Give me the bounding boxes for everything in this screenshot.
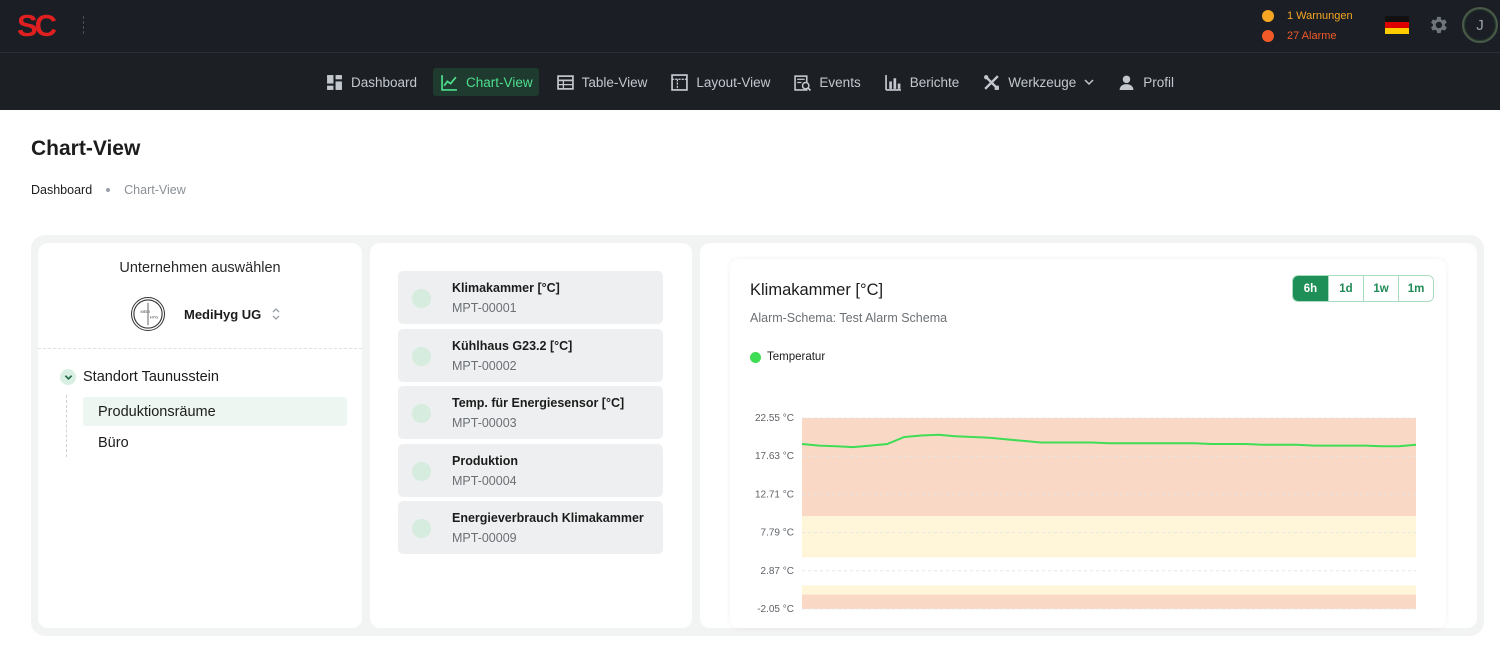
alarms-count: 27 Alarme [1287,30,1337,42]
tree-node-standort[interactable]: Standort Taunusstein [60,369,219,385]
layout-icon [671,73,689,91]
nav-events[interactable]: Events [786,68,866,96]
sensor-name: Kühlhaus G23.2 [°C] [452,339,573,353]
sensor-item[interactable]: Energieverbrauch Klimakammer MPT-00009 [398,501,663,554]
nav-label: Events [819,74,861,90]
main-navigation: Dashboard Chart-View Table-View Layout-V… [0,52,1500,110]
company-select[interactable]: MEDI HYG MediHyg UG [131,297,281,331]
tree-node-buero[interactable]: Büro [83,428,347,457]
chart-panel: Klimakammer [°C] Alarm-Schema: Test Alar… [700,243,1477,628]
user-avatar[interactable]: J [1462,7,1498,43]
chevron-down-icon [64,374,72,380]
sensor-name: Klimakammer [°C] [452,281,560,295]
nav-profil[interactable]: Profil [1110,68,1180,96]
threshold-band [802,516,1416,558]
sensor-id: MPT-00009 [452,531,517,545]
page-title: Chart-View [31,137,141,160]
events-icon [794,74,812,91]
y-tick-label: 2.87 °C [761,566,794,577]
threshold-band [802,585,1416,595]
nav-label: Layout-View [696,74,771,90]
warning-dot-icon [1262,10,1274,22]
y-tick-label: 12.71 °C [755,489,794,500]
sensor-status-dot [412,462,431,481]
company-name: MediHyg UG [184,306,262,322]
tree-guide-line [66,395,67,457]
sensor-name: Produktion [452,454,518,468]
gear-icon[interactable] [1427,14,1449,36]
nav-berichte[interactable]: Berichte [877,68,966,96]
company-select-label: Unternehmen auswählen [119,260,281,276]
tree-node-label: Produktionsräume [98,403,216,420]
sensor-list-panel: Klimakammer [°C] MPT-00001 Kühlhaus G23.… [370,243,692,628]
chevron-down-icon [1084,79,1094,86]
sensor-status-dot [412,347,431,366]
y-tick-label: 7.79 °C [761,528,794,539]
sensor-status-dot [412,289,431,308]
y-tick-label: -2.05 °C [757,604,794,615]
sensor-id: MPT-00001 [452,301,517,315]
sensor-status-dot [412,519,431,538]
sort-icon [272,308,280,320]
nav-table-view[interactable]: Table-View [549,68,654,96]
avatar-initial: J [1476,16,1484,34]
threshold-band [802,418,1416,517]
nav-dashboard[interactable]: Dashboard [318,68,423,96]
nav-label: Berichte [909,74,960,90]
breadcrumb-current: Chart-View [124,183,186,197]
table-icon [556,74,574,90]
nav-label: Table-View [581,74,648,90]
dashboard-icon [327,74,342,90]
alert-summary[interactable]: 1 Warnungen 27 Alarme [1262,6,1372,46]
y-tick-label: 22.55 °C [755,413,794,424]
threshold-band [802,594,1416,609]
nav-label: Chart-View [466,74,533,90]
nav-label: Profil [1143,74,1175,90]
nav-layout-view[interactable]: Layout-View [663,68,776,96]
tree-node-label: Standort Taunusstein [83,369,219,385]
tree-toggle[interactable] [60,369,76,385]
tree-node-label: Büro [98,434,129,451]
german-flag-icon[interactable] [1385,16,1409,34]
company-panel: Unternehmen auswählen MEDI HYG MediHyg U… [38,243,362,628]
breadcrumb-separator [106,188,111,192]
svg-text:MEDI: MEDI [140,310,149,314]
nav-chart-view[interactable]: Chart-View [433,68,539,96]
sensor-item[interactable]: Produktion MPT-00004 [398,444,663,497]
warnings-count: 1 Warnungen [1287,10,1353,22]
logo-separator [83,16,84,34]
bar-chart-icon [884,74,901,91]
sensor-id: MPT-00003 [452,416,517,430]
sensor-item[interactable]: Kühlhaus G23.2 [°C] MPT-00002 [398,329,663,382]
chart-container: Klimakammer [°C] Alarm-Schema: Test Alar… [730,259,1446,628]
svg-text:HYG: HYG [150,316,158,320]
alarm-dot-icon [1262,30,1274,42]
sensor-item[interactable]: Klimakammer [°C] MPT-00001 [398,271,663,324]
alarms-indicator[interactable]: 27 Alarme [1262,26,1372,46]
sensor-id: MPT-00004 [452,474,517,488]
line-chart[interactable]: 22.55 °C 17.63 °C 12.71 °C 7.79 °C 2.87 °C -2… [730,259,1446,628]
nav-label: Werkzeuge [1008,74,1077,90]
sensor-item[interactable]: Temp. für Energiesensor [°C] MPT-00003 [398,386,663,439]
warnings-indicator[interactable]: 1 Warnungen [1262,6,1372,26]
breadcrumb-dashboard-link[interactable]: Dashboard [31,183,92,197]
sensor-id: MPT-00002 [452,359,517,373]
breadcrumb: Dashboard Chart-View [31,183,186,197]
sensor-name: Temp. für Energiesensor [°C] [452,396,625,410]
sensor-status-dot [412,404,431,423]
tree-node-produktionsraeume[interactable]: Produktionsräume [83,397,347,426]
company-logo: MEDI HYG [131,297,165,331]
svg-text:SC: SC [17,8,57,42]
nav-label: Dashboard [351,74,418,90]
y-tick-label: 17.63 °C [755,451,794,462]
user-icon [1119,75,1134,90]
tools-icon [984,74,1000,90]
app-logo[interactable]: SC [16,8,66,42]
nav-werkzeuge[interactable]: Werkzeuge [975,68,1100,96]
top-bar: SC 1 Warnungen 27 Alarme J [0,0,1500,52]
chart-line-icon [441,74,457,91]
panel-divider [38,348,362,349]
sensor-name: Energieverbrauch Klimakammer [452,511,644,525]
